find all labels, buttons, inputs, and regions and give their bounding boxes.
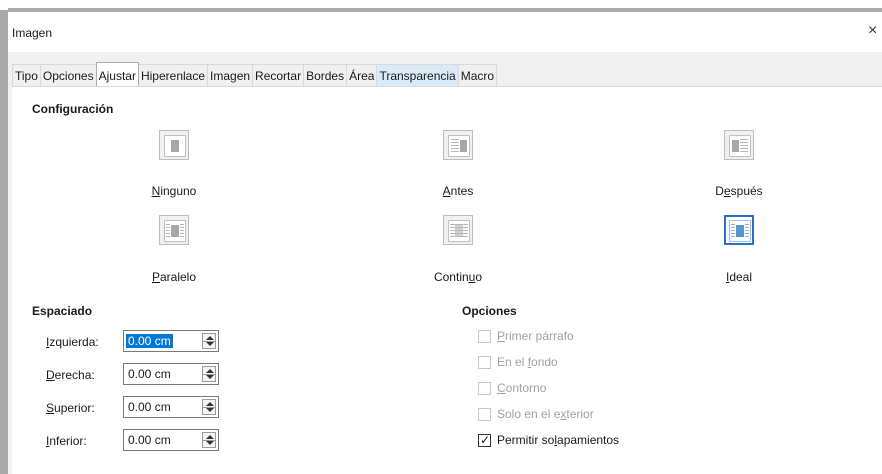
wrap-optimal-button[interactable] bbox=[724, 215, 754, 245]
spacing-left-label: Izquierda: bbox=[46, 335, 99, 349]
wrap-after-button[interactable] bbox=[724, 130, 754, 160]
section-title-config: Configuración bbox=[32, 102, 114, 116]
spacing-left-stepper[interactable] bbox=[202, 333, 216, 349]
wrap-before-icon bbox=[448, 135, 470, 157]
wrap-before-button[interactable] bbox=[443, 130, 473, 160]
background-checkbox[interactable]: En el fondo bbox=[478, 355, 628, 371]
wrap-parallel-button[interactable] bbox=[159, 215, 189, 245]
image-dialog: Imagen × Tipo Opciones Ajustar Hiperenla… bbox=[8, 12, 882, 474]
spin-down-icon[interactable] bbox=[206, 441, 214, 445]
wrap-through-button[interactable] bbox=[443, 215, 473, 245]
tab-opciones[interactable]: Opciones bbox=[39, 64, 97, 86]
wrap-none-label: Ninguno bbox=[151, 184, 197, 198]
first-paragraph-checkbox[interactable]: Primer párrafo bbox=[478, 329, 628, 345]
tab-recortar[interactable]: Recortar bbox=[252, 64, 305, 86]
allow-overlap-checkbox[interactable]: ✓ Permitir solapamientos bbox=[478, 433, 658, 449]
contour-checkbox[interactable]: Contorno bbox=[478, 381, 628, 397]
spacing-left-field[interactable]: 0.00 cm bbox=[123, 330, 219, 352]
spin-up-icon[interactable] bbox=[206, 402, 214, 406]
tab-ajustar[interactable]: Ajustar bbox=[95, 62, 139, 86]
tab-imagen[interactable]: Imagen bbox=[207, 64, 254, 86]
wrap-none-icon bbox=[164, 135, 186, 157]
window-title: Imagen bbox=[12, 26, 53, 40]
tab-macro[interactable]: Macro bbox=[457, 64, 498, 86]
spacing-right-value[interactable]: 0.00 cm bbox=[126, 367, 173, 381]
tab-bordes[interactable]: Bordes bbox=[303, 64, 348, 86]
tab-bar: Tipo Opciones Ajustar Hiperenlace Imagen… bbox=[12, 62, 498, 86]
wrap-optimal-label: Ideal bbox=[725, 270, 753, 284]
wrap-through-icon bbox=[448, 220, 470, 242]
wrap-after-icon bbox=[729, 135, 751, 157]
wrap-through-label: Continuo bbox=[433, 270, 483, 284]
checkbox-box[interactable] bbox=[478, 408, 491, 421]
close-button[interactable]: × bbox=[868, 22, 882, 40]
spacing-top-label: Superior: bbox=[46, 401, 95, 415]
contour-label: Contorno bbox=[497, 381, 547, 395]
spacing-top-value[interactable]: 0.00 cm bbox=[126, 400, 173, 414]
background-label: En el fondo bbox=[497, 355, 558, 369]
spacing-bottom-value[interactable]: 0.00 cm bbox=[126, 433, 173, 447]
allow-overlap-label: Permitir solapamientos bbox=[497, 433, 620, 447]
dialog-body: Tipo Opciones Ajustar Hiperenlace Imagen… bbox=[8, 52, 882, 474]
spin-down-icon[interactable] bbox=[206, 375, 214, 379]
spacing-left-value[interactable]: 0.00 cm bbox=[126, 334, 173, 348]
spin-up-icon[interactable] bbox=[206, 369, 214, 373]
checkbox-box[interactable] bbox=[478, 330, 491, 343]
spacing-right-label: Derecha: bbox=[46, 368, 95, 382]
spin-down-icon[interactable] bbox=[206, 408, 214, 412]
tab-tipo[interactable]: Tipo bbox=[12, 64, 41, 86]
spin-down-icon[interactable] bbox=[206, 342, 214, 346]
checkbox-box[interactable]: ✓ bbox=[478, 433, 491, 447]
spacing-bottom-stepper[interactable] bbox=[202, 432, 216, 448]
spacing-right-stepper[interactable] bbox=[202, 366, 216, 382]
outside-only-checkbox[interactable]: Solo en el exterior bbox=[478, 407, 638, 423]
tab-area[interactable]: Área bbox=[346, 64, 378, 86]
wrap-before-label: Antes bbox=[442, 184, 474, 198]
spin-up-icon[interactable] bbox=[206, 435, 214, 439]
title-bar: Imagen × bbox=[8, 12, 882, 52]
checkbox-box[interactable] bbox=[478, 382, 491, 395]
spacing-top-stepper[interactable] bbox=[202, 399, 216, 415]
section-title-options: Opciones bbox=[462, 304, 517, 318]
spacing-top-field[interactable]: 0.00 cm bbox=[123, 396, 219, 418]
first-paragraph-label: Primer párrafo bbox=[497, 329, 574, 343]
spacing-right-field[interactable]: 0.00 cm bbox=[123, 363, 219, 385]
tab-transparencia[interactable]: Transparencia bbox=[376, 64, 459, 86]
wrap-parallel-icon bbox=[164, 220, 186, 242]
checkbox-box[interactable] bbox=[478, 356, 491, 369]
wrap-none-button[interactable] bbox=[159, 130, 189, 160]
spacing-bottom-label: Inferior: bbox=[46, 434, 87, 448]
tab-hiperenlace[interactable]: Hiperenlace bbox=[137, 64, 209, 86]
wrap-after-label: Después bbox=[715, 184, 763, 198]
wrap-panel: Configuración Ninguno Antes Después Para… bbox=[12, 86, 882, 474]
spin-up-icon[interactable] bbox=[206, 336, 214, 340]
wrap-parallel-label: Paralelo bbox=[151, 270, 197, 284]
checkmark-icon: ✓ bbox=[480, 433, 491, 447]
wrap-optimal-icon bbox=[729, 220, 751, 242]
outside-only-label: Solo en el exterior bbox=[497, 407, 594, 421]
section-title-spacing: Espaciado bbox=[32, 304, 93, 318]
spacing-bottom-field[interactable]: 0.00 cm bbox=[123, 429, 219, 451]
